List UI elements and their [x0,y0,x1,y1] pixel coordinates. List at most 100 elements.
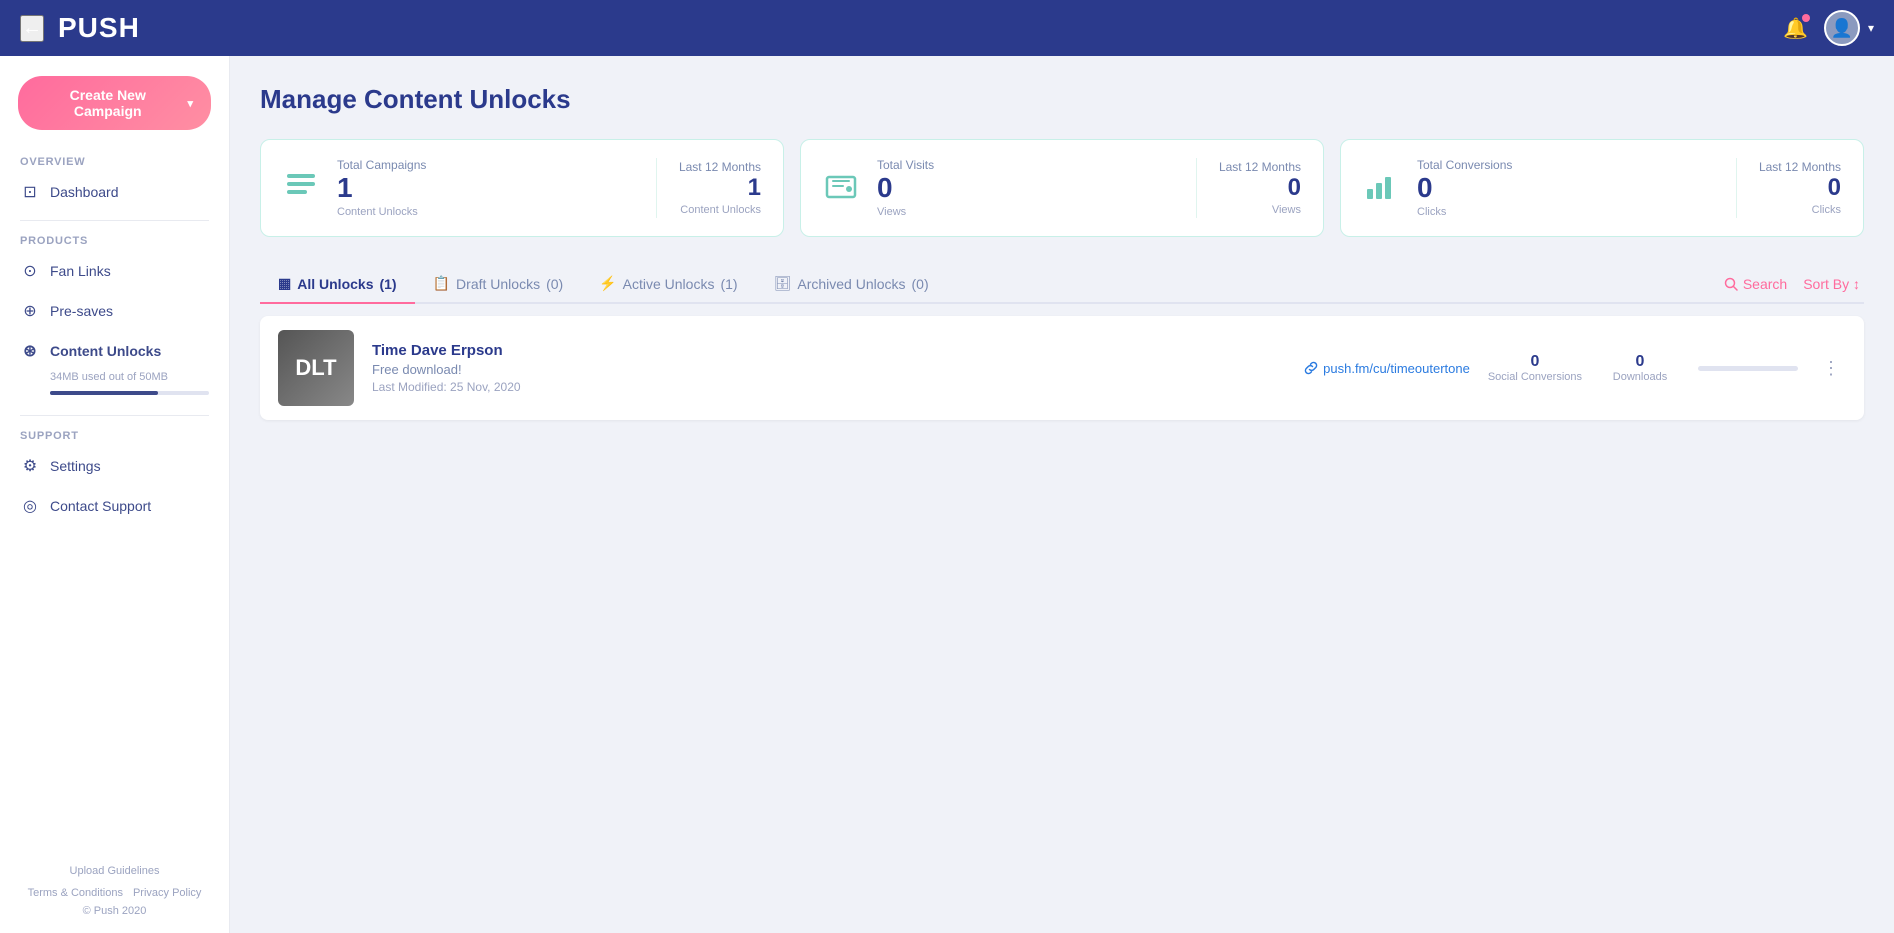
campaign-type: Free download! [372,362,1286,377]
sidebar-item-label: Content Unlocks [50,343,161,359]
back-button[interactable]: ← [20,15,44,42]
conversions-icon [1363,167,1399,210]
sort-button[interactable]: Sort By ↕ [1803,276,1860,292]
overview-section-label: OVERVIEW [0,150,229,172]
stat-sub-campaigns: Content Unlocks [337,206,634,218]
contact-support-icon: ◎ [20,496,40,516]
footer-links: Upload Guidelines Terms & Conditions Pri… [20,865,209,899]
sidebar-item-settings[interactable]: ⚙ Settings [0,446,229,486]
support-section-label: SUPPORT [0,424,229,446]
sidebar-item-dashboard[interactable]: ⊡ Dashboard [0,172,229,212]
progress-bar [1698,366,1798,371]
campaign-date: Last Modified: 25 Nov, 2020 [372,380,1286,394]
sidebar-item-pre-saves[interactable]: ⊕ Pre-saves [0,291,229,331]
storage-label: 34MB used out of 50MB [0,371,229,391]
grid-icon: ⊡ [20,182,40,202]
campaign-list: DLT Time Dave Erpson Free download! Last… [260,316,1864,420]
social-conversions-stat: 0 Social Conversions [1488,353,1582,383]
sidebar-item-fan-links[interactable]: ⊙ Fan Links [0,251,229,291]
stat-last12-label-visits: Last 12 Months [1219,160,1301,174]
sidebar-item-label: Fan Links [50,263,111,279]
visits-icon [823,167,859,210]
stat-divider-1 [656,158,657,218]
tabs-actions: Search Sort By ↕ [1724,276,1864,292]
storage-bar [50,391,209,395]
link-icon [1304,361,1318,375]
downloads-stat: 0 Downloads [1600,353,1680,383]
header-left: ← PUSH [20,12,140,44]
sidebar-item-content-unlocks[interactable]: ⊛ Content Unlocks [0,331,229,371]
campaign-progress [1698,366,1798,371]
search-label: Search [1743,276,1787,292]
tab-all-unlocks[interactable]: ▦ All Unlocks (1) [260,265,415,304]
stats-row: Total Campaigns 1 Content Unlocks Last 1… [260,139,1864,237]
tab-archived-unlocks-count: (0) [912,276,929,292]
stat-last12-label-campaigns: Last 12 Months [679,160,761,174]
storage-bar-fill [50,391,158,395]
copyright: © Push 2020 [20,905,209,917]
thumb-text: DLT [295,355,336,381]
sidebar-item-label: Dashboard [50,184,119,200]
stat-last12-value-conversions: 0 [1759,176,1841,200]
stat-last12-value-campaigns: 1 [679,176,761,200]
header-right: 🔔 👤 ▾ [1783,10,1874,46]
tab-active-unlocks[interactable]: ⚡ Active Unlocks (1) [581,265,755,304]
stat-value-visits: 0 [877,174,1174,202]
campaign-menu-button[interactable]: ⋮ [1816,354,1846,383]
downloads-value: 0 [1600,353,1680,371]
sidebar-item-label: Settings [50,458,101,474]
privacy-link[interactable]: Privacy Policy [133,887,201,899]
upload-guidelines-link[interactable]: Upload Guidelines [70,865,160,877]
stat-right-conversions: Last 12 Months 0 Clicks [1759,160,1841,216]
tab-draft-unlocks-label: Draft Unlocks [456,276,540,292]
products-section-label: PRODUCTS [0,229,229,251]
create-campaign-button[interactable]: Create New Campaign ▾ [18,76,211,130]
archived-unlocks-icon: 🗄 [774,275,792,292]
tab-draft-unlocks-count: (0) [546,276,563,292]
user-avatar-button[interactable]: 👤 ▾ [1824,10,1874,46]
tab-draft-unlocks[interactable]: 📋 Draft Unlocks (0) [415,265,582,304]
stat-divider-2 [1196,158,1197,218]
main-content: Manage Content Unlocks Total Campaigns 1… [230,56,1894,933]
search-button[interactable]: Search [1724,276,1787,292]
stat-last12-sub-visits: Views [1219,204,1301,216]
stat-last12-value-visits: 0 [1219,176,1301,200]
social-conversions-label: Social Conversions [1488,371,1582,383]
create-campaign-chevron: ▾ [187,97,193,110]
tab-all-unlocks-count: (1) [379,276,396,292]
stat-value-campaigns: 1 [337,174,634,202]
stat-label-campaigns: Total Campaigns [337,158,634,172]
chevron-down-icon: ▾ [1868,21,1874,35]
table-row: DLT Time Dave Erpson Free download! Last… [260,316,1864,420]
campaign-thumbnail: DLT [278,330,354,406]
stat-divider-3 [1736,158,1737,218]
page-title: Manage Content Unlocks [260,84,1864,115]
storage-bar-wrap [0,391,229,407]
campaign-name: Time Dave Erpson [372,342,1286,359]
pre-saves-icon: ⊕ [20,301,40,321]
terms-link[interactable]: Terms & Conditions [28,887,123,899]
stat-last12-sub-campaigns: Content Unlocks [679,204,761,216]
sidebar-footer: Upload Guidelines Terms & Conditions Pri… [0,849,229,933]
settings-icon: ⚙ [20,456,40,476]
stat-right-visits: Last 12 Months 0 Views [1219,160,1301,216]
stat-value-conversions: 0 [1417,174,1714,202]
user-icon: 👤 [1831,18,1853,39]
stat-card-total-campaigns: Total Campaigns 1 Content Unlocks Last 1… [260,139,784,237]
campaign-url-text: push.fm/cu/timeoutertone [1323,361,1470,376]
sidebar-item-contact-support[interactable]: ◎ Contact Support [0,486,229,526]
tab-archived-unlocks[interactable]: 🗄 Archived Unlocks (0) [756,265,947,304]
tab-all-unlocks-label: All Unlocks [297,276,373,292]
stat-sub-visits: Views [877,206,1174,218]
sidebar-divider-2 [20,415,209,416]
campaigns-icon [283,166,319,210]
header: ← PUSH 🔔 👤 ▾ [0,0,1894,56]
content-unlocks-icon: ⊛ [20,341,40,361]
stat-body-campaigns: Total Campaigns 1 Content Unlocks [337,158,634,218]
stat-label-conversions: Total Conversions [1417,158,1714,172]
campaign-url-link[interactable]: push.fm/cu/timeoutertone [1304,361,1470,376]
notification-button[interactable]: 🔔 [1783,16,1808,41]
campaign-info: Time Dave Erpson Free download! Last Mod… [372,342,1286,394]
tab-active-unlocks-label: Active Unlocks [623,276,715,292]
stat-sub-conversions: Clicks [1417,206,1714,218]
